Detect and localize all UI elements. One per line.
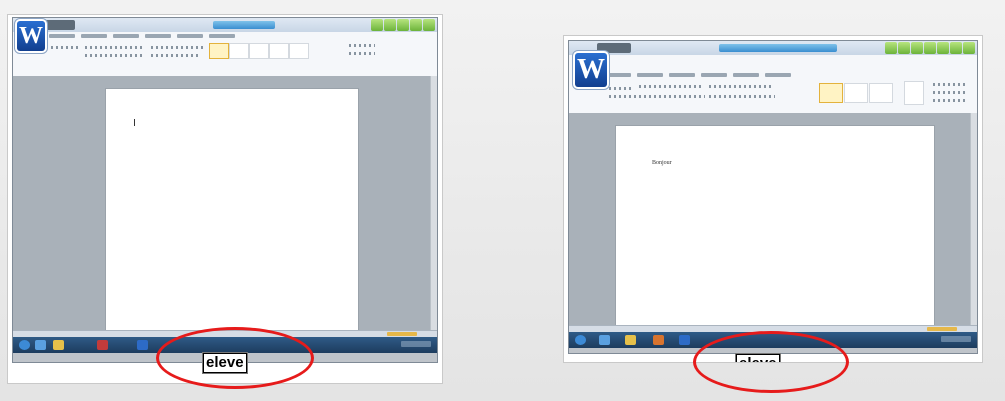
window-maximize-icon[interactable]: [924, 42, 936, 54]
title-bar: [13, 18, 437, 32]
taskbar-word-icon[interactable]: [137, 340, 148, 350]
style-heading-1[interactable]: [249, 43, 269, 59]
clipboard-group[interactable]: [51, 46, 79, 49]
paragraph-group[interactable]: [151, 46, 203, 49]
window-minimize-icon[interactable]: [371, 19, 383, 31]
window-controls: [371, 19, 435, 31]
ribbon-tabs: [605, 73, 791, 77]
quick-access-toolbar[interactable]: [597, 43, 631, 53]
font-format-group[interactable]: [609, 95, 705, 98]
ribbon-tabs: [49, 34, 235, 38]
paragraph-format-group[interactable]: [709, 95, 775, 98]
document-area: Bonjour: [569, 113, 977, 333]
style-normal[interactable]: [209, 43, 229, 59]
ribbon-tab[interactable]: [637, 73, 663, 77]
screenshot-right: W Bonjour eleve: [563, 35, 983, 363]
paragraph-format-group[interactable]: [151, 54, 201, 57]
style-normal[interactable]: [819, 83, 843, 103]
word-window: W: [12, 17, 438, 363]
taskbar-folder-icon[interactable]: [53, 340, 64, 350]
editing-group[interactable]: [349, 52, 375, 55]
system-clock: [401, 341, 431, 347]
ribbon-tab[interactable]: [765, 73, 791, 77]
editing-group[interactable]: [933, 83, 967, 86]
ribbon-tab[interactable]: [669, 73, 695, 77]
window-extra-icon[interactable]: [950, 42, 962, 54]
ribbon-tab[interactable]: [113, 34, 139, 38]
taskbar-folder-icon[interactable]: [625, 335, 636, 345]
taskbar-app-icon[interactable]: [599, 335, 610, 345]
window-controls: [885, 42, 975, 54]
style-title[interactable]: [289, 43, 309, 59]
zoom-slider[interactable]: [927, 327, 957, 331]
start-orb-icon[interactable]: [19, 340, 30, 350]
font-format-group[interactable]: [85, 54, 145, 57]
ribbon-tab[interactable]: [145, 34, 171, 38]
ribbon-tab[interactable]: [49, 34, 75, 38]
ribbon-tab[interactable]: [209, 34, 235, 38]
quick-access-toolbar[interactable]: [41, 20, 75, 30]
editing-group[interactable]: [933, 99, 967, 102]
window-close-icon[interactable]: [937, 42, 949, 54]
window-extra-icon[interactable]: [898, 42, 910, 54]
font-group[interactable]: [639, 85, 701, 88]
editing-group[interactable]: [349, 44, 375, 47]
word-window: W Bonjour: [568, 40, 978, 354]
taskbar-media-icon[interactable]: [653, 335, 664, 345]
window-maximize-icon[interactable]: [384, 19, 396, 31]
document-text: Bonjour: [652, 160, 672, 166]
word-logo-icon: W: [575, 53, 607, 87]
ribbon-tab[interactable]: [81, 34, 107, 38]
window-close-icon[interactable]: [397, 19, 409, 31]
ribbon-tab[interactable]: [733, 73, 759, 77]
style-heading-1[interactable]: [869, 83, 893, 103]
text-cursor: [134, 119, 135, 126]
ribbon-tab[interactable]: [177, 34, 203, 38]
taskbar-media-icon[interactable]: [97, 340, 108, 350]
taskbar-app-icon[interactable]: [35, 340, 46, 350]
word-logo-icon: W: [17, 21, 45, 51]
font-group[interactable]: [85, 46, 143, 49]
window-title: [719, 44, 837, 52]
ribbon-tab[interactable]: [701, 73, 727, 77]
editing-group[interactable]: [933, 91, 967, 94]
style-no-spacing[interactable]: [844, 83, 868, 103]
zoom-slider[interactable]: [387, 332, 417, 336]
start-orb-icon[interactable]: [575, 335, 586, 345]
ribbon: [13, 32, 437, 77]
window-extra-icon[interactable]: [885, 42, 897, 54]
system-clock: [941, 336, 971, 342]
vertical-scrollbar[interactable]: [970, 113, 977, 325]
window-extra-icon[interactable]: [963, 42, 975, 54]
window-extra-icon[interactable]: [410, 19, 422, 31]
title-bar: [569, 41, 977, 55]
window-extra-icon[interactable]: [423, 19, 435, 31]
document-page[interactable]: Bonjour: [615, 125, 935, 333]
style-no-spacing[interactable]: [229, 43, 249, 59]
style-heading-2[interactable]: [269, 43, 289, 59]
ribbon-tab[interactable]: [605, 73, 631, 77]
clipboard-group[interactable]: [609, 87, 633, 90]
style-change-styles[interactable]: [904, 81, 924, 105]
document-area: [13, 76, 437, 334]
highlight-ellipse: [693, 331, 849, 393]
window-title: [213, 21, 275, 29]
document-page[interactable]: [105, 88, 359, 334]
window-minimize-icon[interactable]: [911, 42, 923, 54]
vertical-scrollbar[interactable]: [430, 76, 437, 330]
paragraph-group[interactable]: [709, 85, 773, 88]
taskbar-word-icon[interactable]: [679, 335, 690, 345]
ribbon: [569, 55, 977, 114]
highlight-ellipse: [156, 327, 314, 389]
